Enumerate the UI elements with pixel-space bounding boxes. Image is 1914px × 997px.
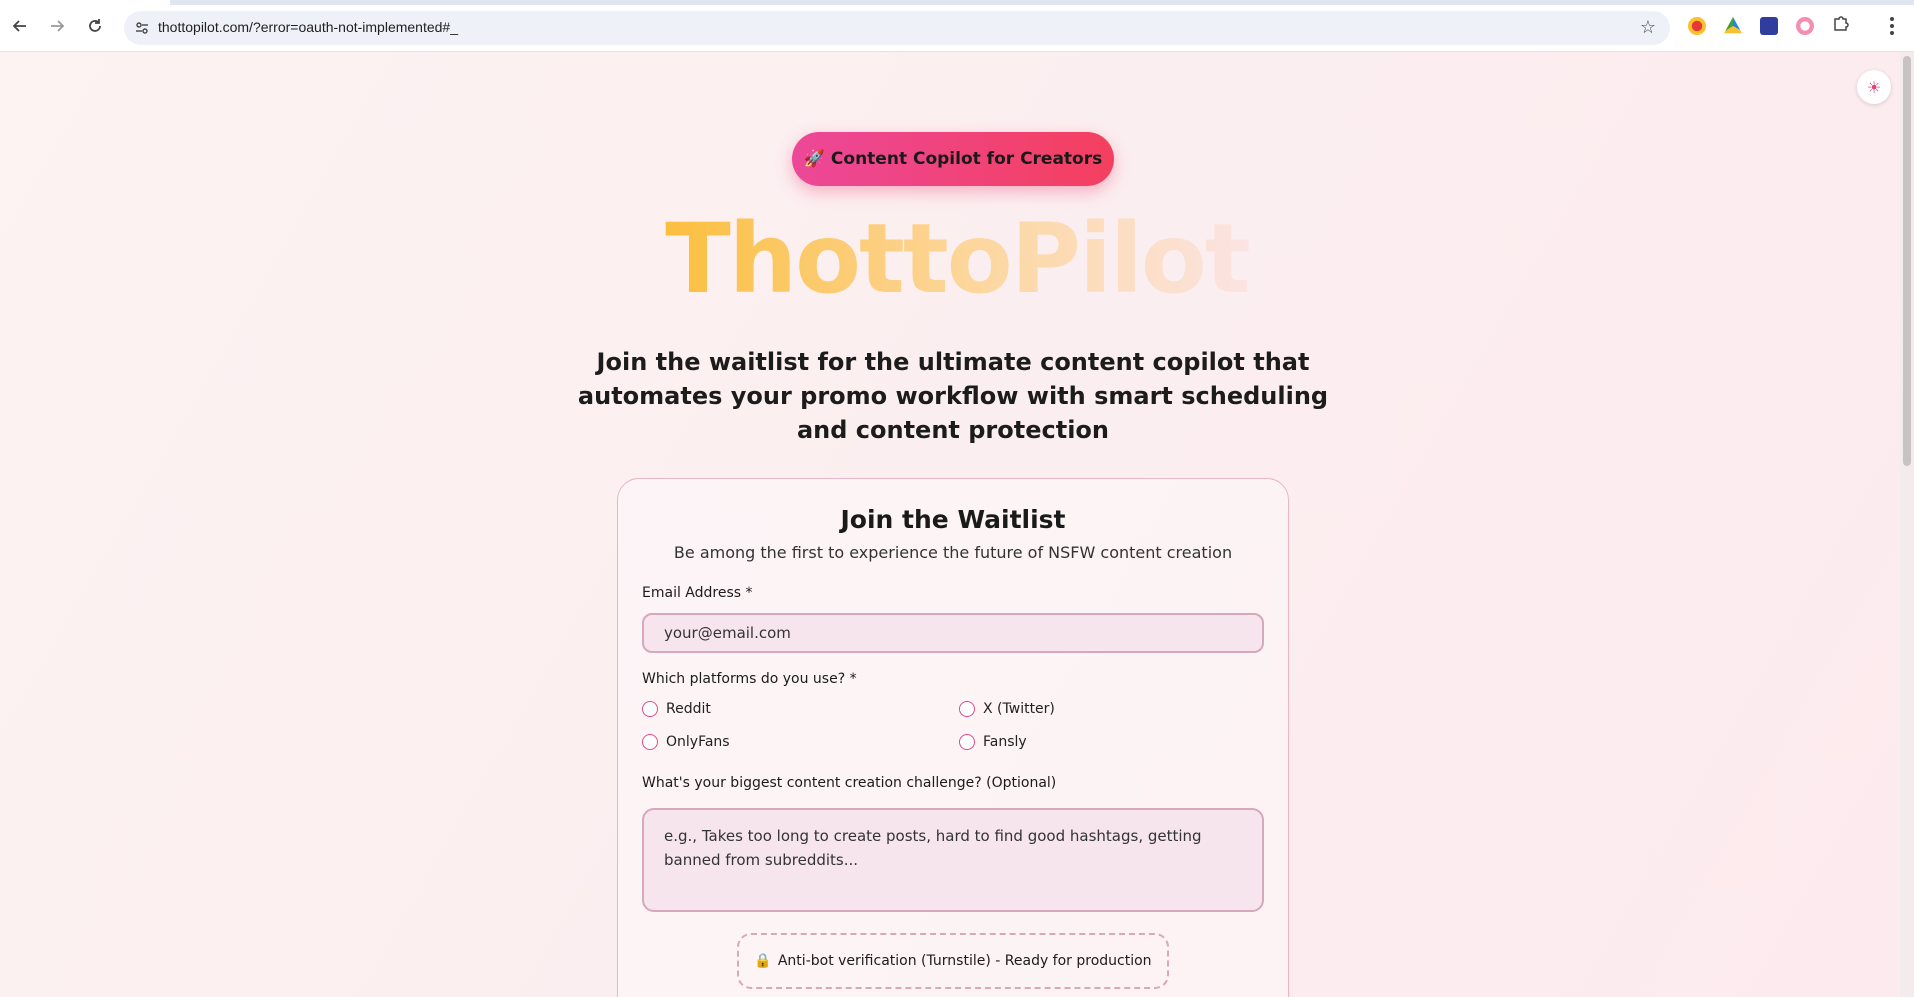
- extension-icon-1[interactable]: [1688, 17, 1706, 35]
- site-info-icon[interactable]: [132, 18, 152, 38]
- lock-icon: 🔒: [754, 953, 772, 969]
- platform-label: OnlyFans: [666, 734, 730, 750]
- page-scrollbar[interactable]: [1900, 52, 1914, 997]
- tab-strip: [0, 0, 1914, 5]
- platform-option-reddit[interactable]: Reddit: [642, 699, 711, 719]
- platform-option-onlyfans[interactable]: OnlyFans: [642, 732, 730, 752]
- brand-wordmark: ThottoPilot: [665, 203, 1251, 315]
- rocket-icon: 🚀: [803, 149, 825, 169]
- platform-label: Reddit: [666, 701, 711, 717]
- platforms-label: Which platforms do you use? *: [642, 671, 857, 687]
- challenge-textarea[interactable]: [642, 808, 1264, 912]
- hero-badge-text: Content Copilot for Creators: [830, 149, 1103, 169]
- bookmark-star-icon[interactable]: ☆: [1640, 17, 1656, 38]
- forward-icon[interactable]: [45, 14, 69, 38]
- hero-tagline: Join the waitlist for the ultimate conte…: [577, 348, 1329, 444]
- hero-badge: 🚀 Content Copilot for Creators: [792, 132, 1114, 186]
- waitlist-title: Join the Waitlist: [840, 505, 1066, 534]
- platform-label: X (Twitter): [983, 701, 1055, 717]
- theme-toggle-button[interactable]: ☀: [1857, 70, 1891, 104]
- extension-icon-4[interactable]: [1796, 17, 1814, 35]
- turnstile-text: Anti-bot verification (Turnstile) - Read…: [777, 953, 1152, 969]
- reload-icon[interactable]: [83, 14, 107, 38]
- platform-label: Fansly: [983, 734, 1027, 750]
- radio-button[interactable]: [642, 701, 658, 717]
- platform-option-x[interactable]: X (Twitter): [959, 699, 1055, 719]
- address-bar[interactable]: thottopilot.com/?error=oauth-not-impleme…: [124, 11, 1670, 45]
- turnstile-placeholder[interactable]: 🔒 Anti-bot verification (Turnstile) - Re…: [737, 933, 1169, 989]
- waitlist-subtitle: Be among the first to experience the fut…: [673, 543, 1233, 562]
- platform-option-fansly[interactable]: Fansly: [959, 732, 1027, 752]
- active-tab[interactable]: [0, 0, 170, 5]
- extension-icon-3[interactable]: [1760, 17, 1778, 35]
- email-field[interactable]: [642, 613, 1264, 653]
- kebab-menu-icon[interactable]: [1890, 17, 1894, 35]
- puzzle-icon[interactable]: [1832, 14, 1850, 37]
- radio-button[interactable]: [959, 701, 975, 717]
- waitlist-card: Join the Waitlist Be among the first to …: [617, 478, 1289, 997]
- back-icon[interactable]: [8, 14, 32, 38]
- challenge-label: What's your biggest content creation cha…: [642, 775, 1057, 791]
- email-label: Email Address *: [642, 585, 753, 601]
- browser-toolbar: thottopilot.com/?error=oauth-not-impleme…: [0, 0, 1914, 52]
- page: ☀ 🚀 Content Copilot for Creators ThottoP…: [0, 52, 1914, 997]
- url-text[interactable]: thottopilot.com/?error=oauth-not-impleme…: [158, 19, 458, 35]
- sun-icon: ☀: [1866, 77, 1882, 97]
- radio-button[interactable]: [642, 734, 658, 750]
- brand-title: ThottoPilot: [0, 204, 1914, 314]
- drive-icon[interactable]: [1724, 17, 1742, 34]
- radio-button[interactable]: [959, 734, 975, 750]
